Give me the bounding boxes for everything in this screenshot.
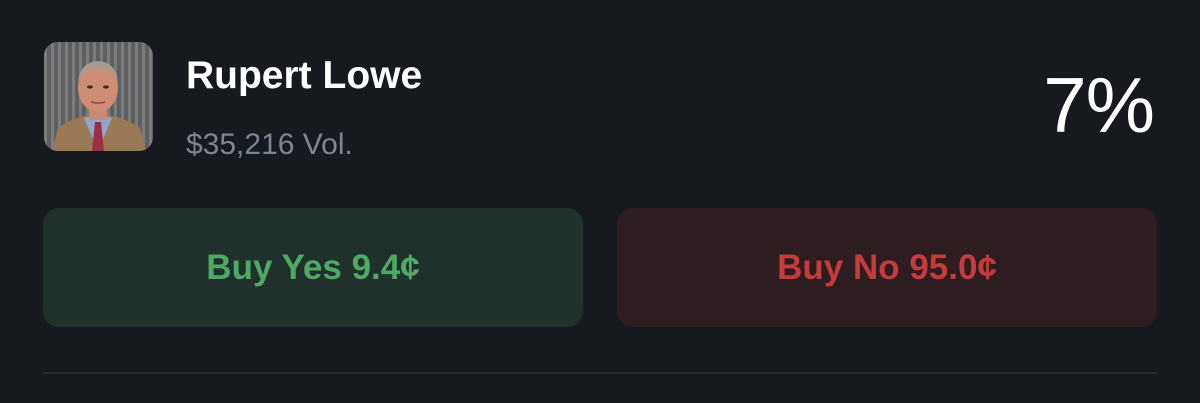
buy-yes-button[interactable]: Buy Yes 9.4¢	[43, 208, 583, 327]
buy-yes-label: Buy Yes 9.4¢	[206, 247, 420, 287]
candidate-name: Rupert Lowe	[186, 54, 423, 97]
market-outcome-card: Rupert Lowe $35,216 Vol. 7% Buy Yes 9.4¢…	[0, 0, 1200, 403]
buy-no-label: Buy No 95.0¢	[777, 247, 997, 287]
buy-no-button[interactable]: Buy No 95.0¢	[617, 208, 1157, 327]
probability-percentage: 7%	[1043, 61, 1155, 149]
trading-volume: $35,216 Vol.	[186, 128, 353, 161]
divider	[43, 372, 1157, 374]
person-portrait-icon	[44, 42, 153, 151]
candidate-avatar	[44, 42, 153, 151]
